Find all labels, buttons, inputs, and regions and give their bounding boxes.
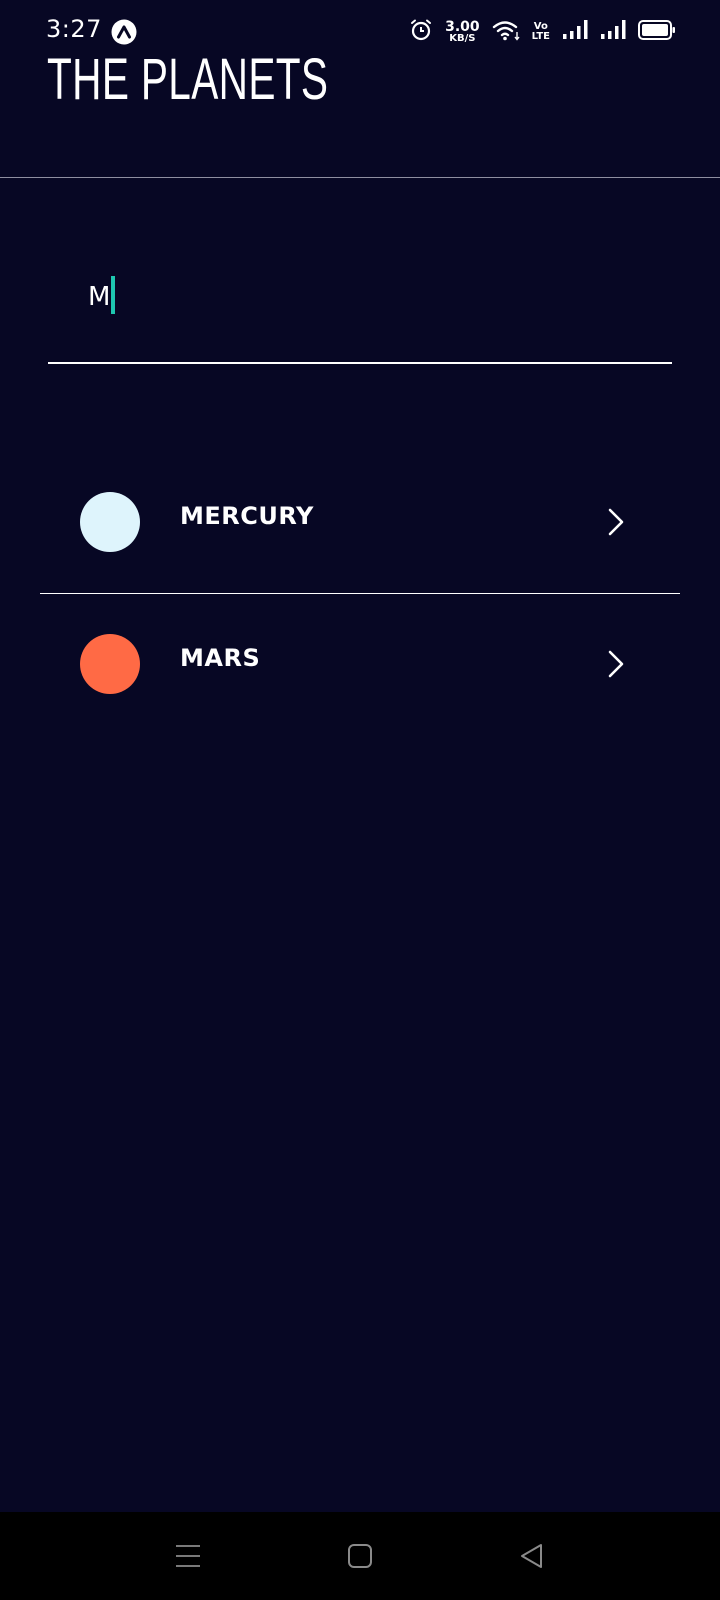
signal-icon-sim1 bbox=[562, 19, 588, 45]
planet-item-mars[interactable]: MARS bbox=[40, 593, 680, 735]
planet-color-dot bbox=[80, 634, 140, 694]
alarm-icon bbox=[409, 18, 433, 46]
wifi-icon bbox=[492, 19, 520, 45]
planet-name: MERCURY bbox=[180, 502, 314, 530]
header-divider bbox=[0, 177, 720, 178]
network-speed-unit: KB/S bbox=[449, 33, 476, 44]
network-speed: 3.00 KB/S bbox=[445, 20, 480, 44]
search-input[interactable] bbox=[48, 262, 672, 362]
status-time: 3:27 bbox=[46, 15, 102, 43]
menu-icon[interactable] bbox=[148, 1512, 228, 1600]
signal-icon-sim2 bbox=[600, 19, 626, 45]
text-cursor bbox=[111, 276, 115, 314]
home-icon[interactable] bbox=[320, 1512, 400, 1600]
volte-bottom: LTE bbox=[531, 31, 550, 42]
search-input-text: M bbox=[88, 282, 111, 312]
search-underline bbox=[48, 362, 672, 364]
chevron-right-icon bbox=[608, 650, 624, 678]
battery-icon bbox=[638, 19, 676, 45]
planet-name: MARS bbox=[180, 644, 261, 672]
chevron-right-icon bbox=[608, 508, 624, 536]
planet-color-dot bbox=[80, 492, 140, 552]
back-icon[interactable] bbox=[492, 1512, 572, 1600]
status-icons: 3.00 KB/S Vo LTE bbox=[409, 16, 676, 48]
app-notification-icon bbox=[111, 19, 137, 45]
search-field[interactable]: M bbox=[48, 262, 672, 365]
network-speed-value: 3.00 bbox=[445, 19, 480, 35]
planet-list: MERCURY MARS bbox=[40, 452, 680, 735]
page-title[interactable]: THE PLANETS bbox=[47, 46, 328, 113]
planet-item-mercury[interactable]: MERCURY bbox=[40, 452, 680, 593]
system-nav-bar bbox=[0, 1512, 720, 1600]
volte-indicator: Vo LTE bbox=[532, 22, 550, 42]
